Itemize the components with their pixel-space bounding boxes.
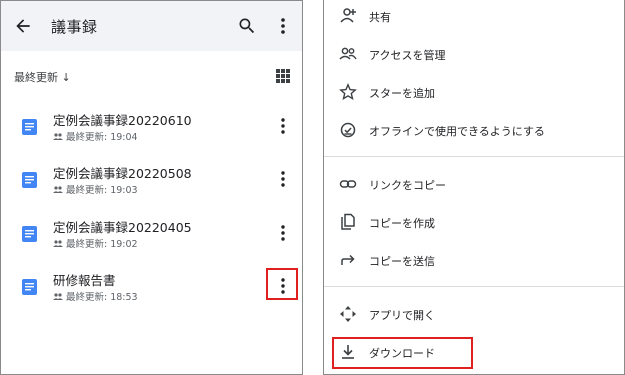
shared-people-icon — [53, 185, 63, 193]
search-icon[interactable] — [237, 16, 257, 36]
more-vert-icon[interactable] — [275, 16, 291, 36]
google-doc-icon — [22, 119, 37, 135]
menu-item-open-with[interactable]: アプリで開く — [324, 300, 624, 330]
link-icon — [339, 180, 357, 188]
folder-title: 議事録 — [51, 18, 98, 36]
menu-label: オフラインで使用できるようにする — [369, 125, 545, 138]
menu-divider — [324, 286, 624, 287]
menu-item-share[interactable]: 共有 — [324, 2, 624, 32]
menu-item-star[interactable]: スターを追加 — [324, 78, 624, 108]
sort-bar: 最終更新 ↓ — [1, 61, 302, 91]
file-meta: 最終更新: 19:02 — [53, 236, 138, 250]
more-vert-icon[interactable] — [276, 223, 290, 243]
file-row[interactable]: 定例会議事録20220610 最終更新: 19:04 — [1, 101, 302, 151]
file-meta: 最終更新: 19:03 — [53, 182, 138, 196]
file-row[interactable]: 定例会議事録20220405 最終更新: 19:02 — [1, 208, 302, 258]
menu-item-copy-link[interactable]: リンクをコピー — [324, 170, 624, 200]
file-list-screen: 議事録 最終更新 ↓ 定例会議事録20220610 最終更新: 19:04 定例… — [0, 0, 303, 375]
file-modified: 最終更新: 18:53 — [66, 292, 138, 303]
file-name: 研修報告書 — [53, 273, 116, 288]
menu-item-manage-access[interactable]: アクセスを管理 — [324, 40, 624, 70]
back-arrow-icon[interactable] — [13, 16, 33, 36]
offline-icon — [340, 122, 356, 138]
menu-label: スターを追加 — [369, 87, 435, 100]
menu-label: アクセスを管理 — [369, 49, 446, 62]
menu-item-make-copy[interactable]: コピーを作成 — [324, 208, 624, 238]
google-doc-icon — [22, 172, 37, 188]
app-bar: 議事録 — [1, 1, 302, 51]
menu-item-send-copy[interactable]: コピーを送信 — [324, 246, 624, 276]
file-name: 定例会議事録20220610 — [53, 113, 192, 128]
menu-label: コピーを作成 — [369, 217, 435, 230]
file-modified: 最終更新: 19:03 — [66, 185, 138, 196]
add-person-icon — [340, 8, 356, 23]
menu-label: アプリで開く — [369, 309, 435, 322]
menu-item-offline[interactable]: オフラインで使用できるようにする — [324, 116, 624, 146]
google-doc-icon — [22, 279, 37, 295]
send-icon — [341, 254, 355, 265]
file-name: 定例会議事録20220508 — [53, 166, 192, 181]
star-icon — [339, 83, 357, 101]
highlight-box — [332, 337, 473, 369]
menu-label: コピーを送信 — [369, 255, 435, 268]
more-vert-icon[interactable] — [276, 169, 290, 189]
shared-people-icon — [53, 132, 63, 140]
file-meta: 最終更新: 18:53 — [53, 289, 138, 303]
shared-people-icon — [53, 239, 63, 247]
grid-view-icon[interactable] — [276, 69, 290, 83]
menu-divider — [324, 156, 624, 157]
sort-toggle[interactable]: 最終更新 ↓ — [14, 69, 71, 85]
file-meta: 最終更新: 19:04 — [53, 129, 138, 143]
highlight-box — [266, 268, 298, 300]
menu-label: 共有 — [369, 11, 391, 24]
open-with-icon — [340, 306, 356, 322]
file-modified: 最終更新: 19:04 — [66, 132, 138, 143]
people-icon — [339, 47, 357, 60]
google-doc-icon — [22, 226, 37, 242]
shared-people-icon — [53, 292, 63, 300]
copy-icon — [341, 213, 355, 230]
action-menu-sheet: 共有 アクセスを管理 スターを追加 オフラインで使用できるようにする リンクをコ… — [323, 0, 625, 375]
file-name: 定例会議事録20220405 — [53, 220, 192, 235]
file-row[interactable]: 研修報告書 最終更新: 18:53 — [1, 261, 302, 311]
file-row[interactable]: 定例会議事録20220508 最終更新: 19:03 — [1, 154, 302, 204]
file-modified: 最終更新: 19:02 — [66, 239, 138, 250]
menu-label: リンクをコピー — [369, 179, 446, 192]
more-vert-icon[interactable] — [276, 116, 290, 136]
